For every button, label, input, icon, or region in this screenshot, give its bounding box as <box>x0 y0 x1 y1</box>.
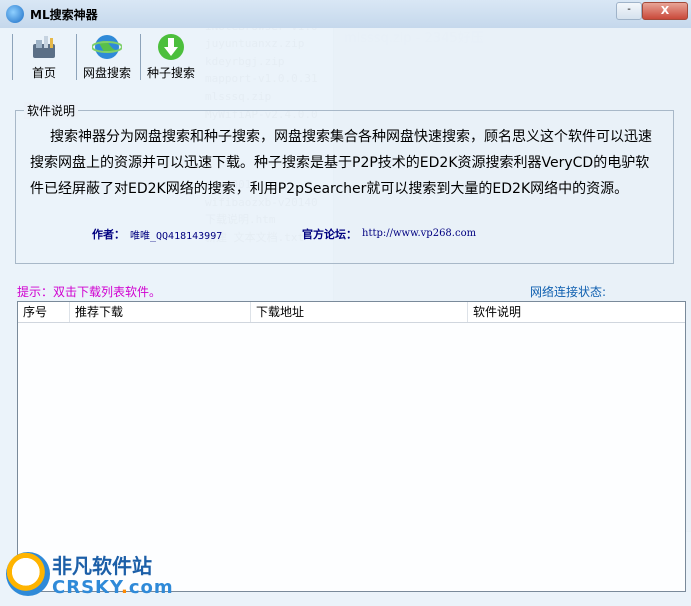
netdisk-search-label: 网盘搜索 <box>82 66 131 80</box>
home-label: 首页 <box>31 66 56 80</box>
author-value: 唯唯_QQ418143997 <box>130 231 223 242</box>
forum-label: 官方论坛： <box>302 228 357 241</box>
toolbar-separator <box>12 34 13 80</box>
watermark-en-b: com <box>128 577 174 598</box>
column-header-description[interactable]: 软件说明 <box>468 302 685 322</box>
column-header-index[interactable]: 序号 <box>18 302 70 322</box>
network-status-label: 网络连接状态: <box>530 285 607 299</box>
globe-icon <box>92 35 122 59</box>
download-arrow-icon <box>158 34 184 60</box>
hint-text: 提示：双击下载列表软件。 <box>17 285 162 299</box>
toolbar-separator <box>140 34 141 80</box>
watermark-en: CRSKY.com <box>52 577 174 598</box>
minimize-button[interactable]: - <box>616 2 642 20</box>
tools-icon <box>33 36 55 58</box>
site-watermark: 非凡软件站 CRSKY.com <box>0 546 173 606</box>
home-button[interactable]: 首页 <box>18 30 70 82</box>
description-legend: 软件说明 <box>24 102 79 119</box>
description-text: 搜索神器分为网盘搜索和种子搜索，网盘搜索集合各种网盘快速搜索，顾名思义这个软件可… <box>30 129 652 197</box>
table-header: 序号 推荐下载 下载地址 软件说明 <box>18 302 685 323</box>
torrent-search-label: 种子搜索 <box>146 66 195 80</box>
close-button[interactable]: X <box>642 2 688 20</box>
crsky-logo-icon <box>6 552 50 596</box>
toolbar-separator <box>76 34 77 80</box>
main-window: ML搜索神器 - X 首页 网盘搜索 种子搜索 软件说明 搜索神器分为网盘搜索和… <box>0 0 691 606</box>
forum-link[interactable]: http://www.vp268.com <box>362 228 476 239</box>
app-logo-icon <box>6 5 24 23</box>
title-bar[interactable]: ML搜索神器 - X <box>0 0 691 28</box>
author-label: 作者： <box>92 228 125 241</box>
watermark-en-dot: . <box>121 577 129 598</box>
watermark-en-a: CRSKY <box>52 577 122 598</box>
column-header-download-url[interactable]: 下载地址 <box>251 302 468 322</box>
window-title: ML搜索神器 <box>30 8 98 22</box>
watermark-cn: 非凡软件站 <box>52 554 152 578</box>
netdisk-search-button[interactable]: 网盘搜索 <box>78 30 136 82</box>
torrent-search-button[interactable]: 种子搜索 <box>142 30 200 82</box>
column-header-recommended[interactable]: 推荐下载 <box>70 302 251 322</box>
